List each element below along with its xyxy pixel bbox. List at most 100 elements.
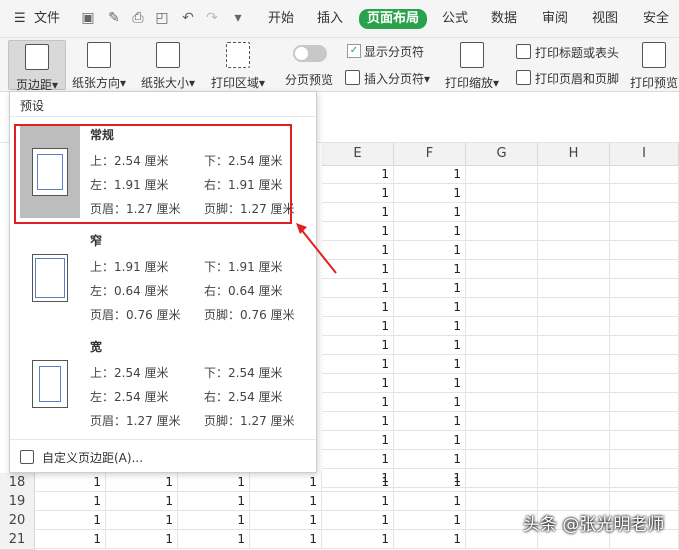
cell[interactable]: 1 (394, 279, 466, 298)
cell[interactable]: 1 (322, 298, 394, 317)
paper-size-button[interactable]: 纸张大小▾ (137, 42, 199, 91)
cell[interactable]: 1 (322, 184, 394, 203)
cell[interactable]: 1 (178, 492, 250, 511)
cell[interactable] (610, 473, 679, 492)
cell[interactable] (538, 393, 610, 412)
preset-wide[interactable]: 宽 上：2.54 厘米 下：2.54 厘米 左：2.54 厘米 右：2.54 厘… (20, 338, 308, 438)
chevron-down-icon[interactable]: ▾ (230, 10, 246, 26)
cell[interactable] (538, 355, 610, 374)
tab-review[interactable]: 审阅 (542, 10, 568, 28)
cell[interactable]: 1 (322, 530, 394, 549)
cell[interactable]: 1 (394, 298, 466, 317)
cell[interactable] (538, 431, 610, 450)
cell[interactable]: 1 (178, 511, 250, 530)
cell[interactable]: 1 (106, 511, 178, 530)
cell[interactable]: 1 (394, 511, 466, 530)
redo-icon[interactable]: ↷ (204, 10, 220, 26)
undo-icon[interactable]: ↶ (180, 10, 196, 26)
cell[interactable]: 1 (394, 450, 466, 469)
show-page-breaks-checkbox[interactable]: ✓ (347, 44, 361, 58)
cell[interactable] (538, 317, 610, 336)
cell[interactable] (466, 473, 538, 492)
orientation-button[interactable]: 纸张方向▾ (70, 42, 128, 91)
cell[interactable] (610, 336, 679, 355)
cell[interactable] (538, 260, 610, 279)
cell[interactable] (610, 450, 679, 469)
print-titles-button[interactable]: 打印标题或表头 (516, 44, 619, 61)
row-header-19[interactable]: 19 (0, 492, 35, 512)
cell[interactable] (538, 473, 610, 492)
cell[interactable]: 1 (322, 374, 394, 393)
cell[interactable] (538, 374, 610, 393)
cell[interactable] (466, 450, 538, 469)
format-painter-icon[interactable]: ✎ (106, 10, 122, 26)
cell[interactable] (466, 222, 538, 241)
cell[interactable]: 1 (250, 492, 322, 511)
print-scale-button[interactable]: 打印缩放▾ (442, 42, 502, 91)
cell[interactable] (610, 241, 679, 260)
custom-margins-item[interactable]: 自定义页边距(A)... (20, 449, 143, 466)
cell[interactable]: 1 (322, 492, 394, 511)
cell[interactable] (538, 241, 610, 260)
cell[interactable] (466, 393, 538, 412)
cell[interactable] (610, 165, 679, 184)
cell[interactable] (538, 298, 610, 317)
cell[interactable]: 1 (322, 279, 394, 298)
cell[interactable]: 1 (250, 511, 322, 530)
cell[interactable] (538, 184, 610, 203)
cell[interactable]: 1 (394, 317, 466, 336)
tab-page-layout[interactable]: 页面布局 (359, 9, 428, 29)
margins-button[interactable]: 页边距▾ (8, 40, 66, 92)
preset-narrow[interactable]: 窄 上：1.91 厘米 下：1.91 厘米 左：0.64 厘米 右：0.64 厘… (20, 232, 308, 332)
cell[interactable]: 1 (394, 241, 466, 260)
cell[interactable] (466, 260, 538, 279)
tab-home[interactable]: 开始 (268, 10, 294, 28)
cell[interactable] (466, 355, 538, 374)
tab-formulas[interactable]: 公式 (442, 10, 468, 28)
cell[interactable] (610, 279, 679, 298)
cell[interactable] (466, 317, 538, 336)
cell[interactable] (466, 492, 538, 511)
cell[interactable]: 1 (394, 165, 466, 184)
cell[interactable]: 1 (322, 317, 394, 336)
cell[interactable] (538, 203, 610, 222)
cell[interactable] (610, 222, 679, 241)
cell[interactable] (538, 336, 610, 355)
cell[interactable]: 1 (34, 511, 106, 530)
cell[interactable]: 1 (322, 412, 394, 431)
cell[interactable] (538, 165, 610, 184)
cell[interactable] (466, 374, 538, 393)
file-menu[interactable]: 文件 (34, 10, 60, 28)
hamburger-icon[interactable]: ☰ (14, 10, 26, 28)
cell[interactable] (610, 184, 679, 203)
cell[interactable] (538, 279, 610, 298)
cell[interactable]: 1 (394, 412, 466, 431)
print-area-button[interactable]: 打印区域▾ (207, 42, 269, 91)
cell[interactable]: 1 (250, 530, 322, 549)
cell[interactable] (610, 374, 679, 393)
cell[interactable]: 1 (322, 336, 394, 355)
tab-insert[interactable]: 插入 (317, 10, 343, 28)
cell[interactable] (466, 241, 538, 260)
cell[interactable]: 1 (322, 355, 394, 374)
cell[interactable] (610, 298, 679, 317)
cell[interactable] (538, 412, 610, 431)
cell[interactable]: 1 (322, 511, 394, 530)
cell[interactable] (466, 336, 538, 355)
cell[interactable] (466, 412, 538, 431)
cell[interactable]: 1 (34, 473, 106, 492)
column-header-e[interactable]: E (322, 143, 394, 166)
cell[interactable]: 1 (394, 184, 466, 203)
column-header-g[interactable]: G (466, 143, 538, 166)
row-header-21[interactable]: 21 (0, 530, 35, 550)
cell[interactable]: 1 (322, 431, 394, 450)
cell[interactable] (610, 260, 679, 279)
print-preview-icon[interactable]: ◰ (154, 10, 170, 26)
insert-page-break-button[interactable]: 插入分页符▾ (345, 70, 430, 87)
cell[interactable] (610, 317, 679, 336)
column-header-i[interactable]: I (610, 143, 679, 166)
cell[interactable] (610, 492, 679, 511)
cell[interactable]: 1 (394, 530, 466, 549)
cell[interactable] (610, 412, 679, 431)
tab-security[interactable]: 安全 (643, 10, 669, 28)
